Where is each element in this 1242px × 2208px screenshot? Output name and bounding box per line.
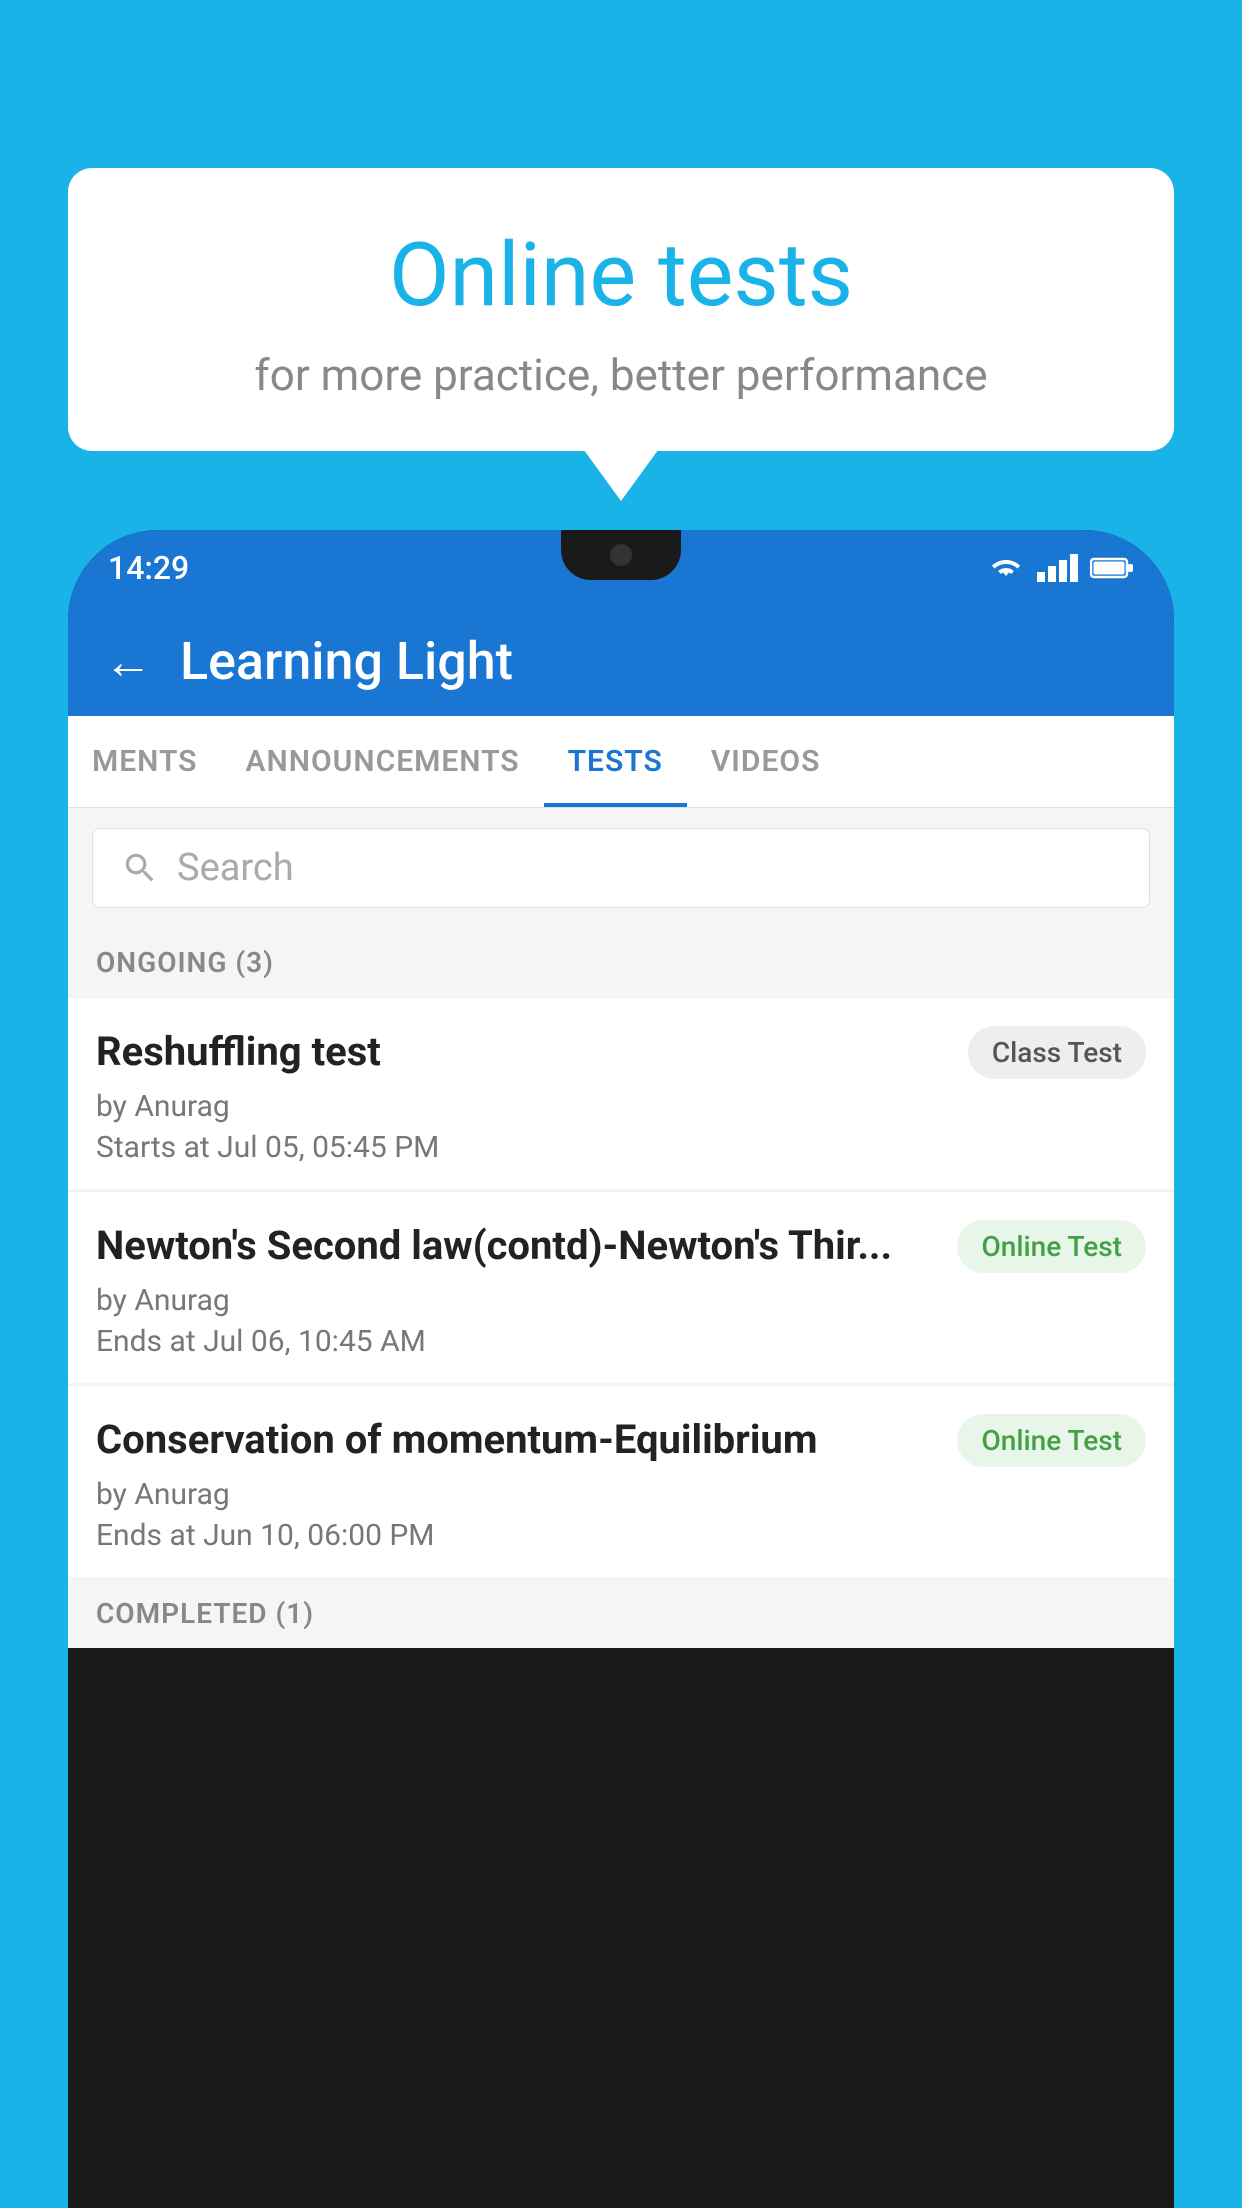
test-card[interactable]: Reshuffling test Class Test by Anurag St… — [68, 997, 1174, 1189]
date-label: Ends at — [96, 1518, 196, 1553]
test-author: by Anurag — [96, 1089, 1146, 1124]
camera-dot — [610, 544, 632, 566]
test-title: Conservation of momentum-Equilibrium — [96, 1414, 941, 1466]
test-date: Starts at Jul 05, 05:45 PM — [96, 1130, 1146, 1165]
status-time: 14:29 — [108, 549, 189, 587]
date-value: Jul 06, 10:45 AM — [203, 1324, 426, 1359]
tab-ments[interactable]: MENTS — [68, 716, 222, 807]
app-bar: ← Learning Light — [68, 606, 1174, 716]
app-bar-title: Learning Light — [180, 631, 513, 692]
speech-bubble: Online tests for more practice, better p… — [68, 168, 1174, 451]
ongoing-section-header: ONGOING (3) — [68, 928, 1174, 997]
notch — [561, 530, 681, 580]
status-icons — [987, 554, 1134, 582]
test-badge: Online Test — [957, 1414, 1146, 1467]
date-value: Jul 05, 05:45 PM — [217, 1130, 439, 1165]
test-card-header: Conservation of momentum-Equilibrium Onl… — [96, 1414, 1146, 1467]
test-badge: Class Test — [968, 1026, 1146, 1079]
test-author: by Anurag — [96, 1477, 1146, 1512]
date-label: Starts at — [96, 1130, 210, 1165]
test-card[interactable]: Newton's Second law(contd)-Newton's Thir… — [68, 1191, 1174, 1383]
bubble-subtitle: for more practice, better performance — [118, 349, 1124, 401]
tabs-container: MENTS ANNOUNCEMENTS TESTS VIDEOS — [68, 716, 1174, 808]
search-icon — [121, 849, 159, 887]
status-bar: 14:29 — [68, 530, 1174, 606]
test-card-header: Newton's Second law(contd)-Newton's Thir… — [96, 1220, 1146, 1273]
phone-content: Search ONGOING (3) Reshuffling test Clas… — [68, 808, 1174, 1648]
wifi-icon — [987, 554, 1025, 582]
test-date: Ends at Jul 06, 10:45 AM — [96, 1324, 1146, 1359]
bubble-title: Online tests — [118, 228, 1124, 325]
test-date: Ends at Jun 10, 06:00 PM — [96, 1518, 1146, 1553]
test-author: by Anurag — [96, 1283, 1146, 1318]
tab-announcements[interactable]: ANNOUNCEMENTS — [222, 716, 544, 807]
battery-icon — [1090, 557, 1134, 579]
test-badge: Online Test — [957, 1220, 1146, 1273]
date-value: Jun 10, 06:00 PM — [203, 1518, 434, 1553]
test-title: Newton's Second law(contd)-Newton's Thir… — [96, 1220, 941, 1272]
tab-tests[interactable]: TESTS — [544, 716, 687, 807]
back-button[interactable]: ← — [104, 633, 152, 690]
search-bar[interactable]: Search — [92, 828, 1150, 908]
search-bar-container: Search — [68, 808, 1174, 928]
test-card-header: Reshuffling test Class Test — [96, 1026, 1146, 1079]
signal-icon — [1037, 554, 1078, 582]
date-label: Ends at — [96, 1324, 196, 1359]
search-placeholder: Search — [177, 846, 294, 890]
tab-videos[interactable]: VIDEOS — [687, 716, 845, 807]
test-title: Reshuffling test — [96, 1026, 952, 1078]
completed-section-header: COMPLETED (1) — [68, 1579, 1174, 1648]
phone-frame: 14:29 — [68, 530, 1174, 2208]
test-card[interactable]: Conservation of momentum-Equilibrium Onl… — [68, 1385, 1174, 1577]
